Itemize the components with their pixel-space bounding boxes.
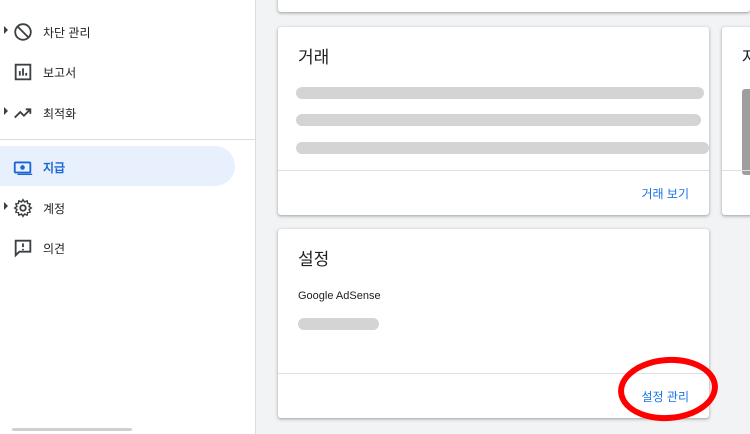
card-title-partial: 자 — [742, 48, 750, 67]
sidebar-item-feedback[interactable]: 의견 — [0, 227, 256, 267]
sidebar-item-optimization[interactable]: 최적화 — [0, 92, 256, 132]
card-footer — [722, 170, 750, 215]
sidebar-item-cutoff — [12, 428, 132, 431]
sidebar-item-account[interactable]: 계정 — [0, 187, 256, 227]
bar-chart-icon — [14, 63, 32, 81]
card-footer: 거래 보기 — [278, 170, 709, 215]
loading-placeholder — [296, 114, 701, 126]
expand-caret-icon[interactable] — [4, 202, 8, 210]
sidebar-item-label: 보고서 — [43, 66, 77, 80]
settings-card: 설정 Google AdSense 설정 관리 — [278, 229, 709, 418]
sidebar-item-block-management[interactable]: 차단 관리 — [0, 11, 256, 51]
loading-placeholder — [296, 142, 709, 154]
feedback-icon — [14, 239, 32, 258]
top-card-partial — [278, 0, 750, 12]
block-icon — [14, 23, 32, 41]
sidebar-item-label: 의견 — [43, 242, 66, 256]
partial-card-graphic — [742, 89, 750, 175]
expand-caret-icon[interactable] — [4, 26, 8, 34]
sidebar-item-label: 지급 — [43, 161, 66, 175]
sidebar-item-payments[interactable]: 지급 — [0, 146, 235, 186]
card-footer: 설정 관리 — [278, 373, 709, 418]
view-transactions-link[interactable]: 거래 보기 — [642, 185, 690, 202]
loading-placeholder — [298, 318, 379, 330]
sidebar-item-label: 차단 관리 — [43, 26, 91, 40]
card-title: 설정 — [298, 250, 330, 269]
card-title: 거래 — [298, 48, 330, 67]
trending-up-icon — [14, 108, 32, 119]
sidebar-divider — [0, 139, 256, 140]
product-name: Google AdSense — [298, 290, 381, 302]
sidebar: 차단 관리 보고서 최적화 지급 계정 의견 — [0, 0, 256, 434]
manage-settings-link[interactable]: 설정 관리 — [642, 388, 690, 405]
sidebar-item-label: 최적화 — [43, 107, 77, 121]
payments-icon — [13, 161, 33, 176]
loading-placeholder — [296, 87, 704, 99]
sidebar-item-reports[interactable]: 보고서 — [0, 51, 256, 91]
transactions-card: 거래 거래 보기 — [278, 27, 709, 215]
sidebar-item-label: 계정 — [43, 202, 66, 216]
partial-card: 자 — [722, 27, 750, 215]
gear-icon — [13, 198, 33, 218]
expand-caret-icon[interactable] — [4, 107, 8, 115]
